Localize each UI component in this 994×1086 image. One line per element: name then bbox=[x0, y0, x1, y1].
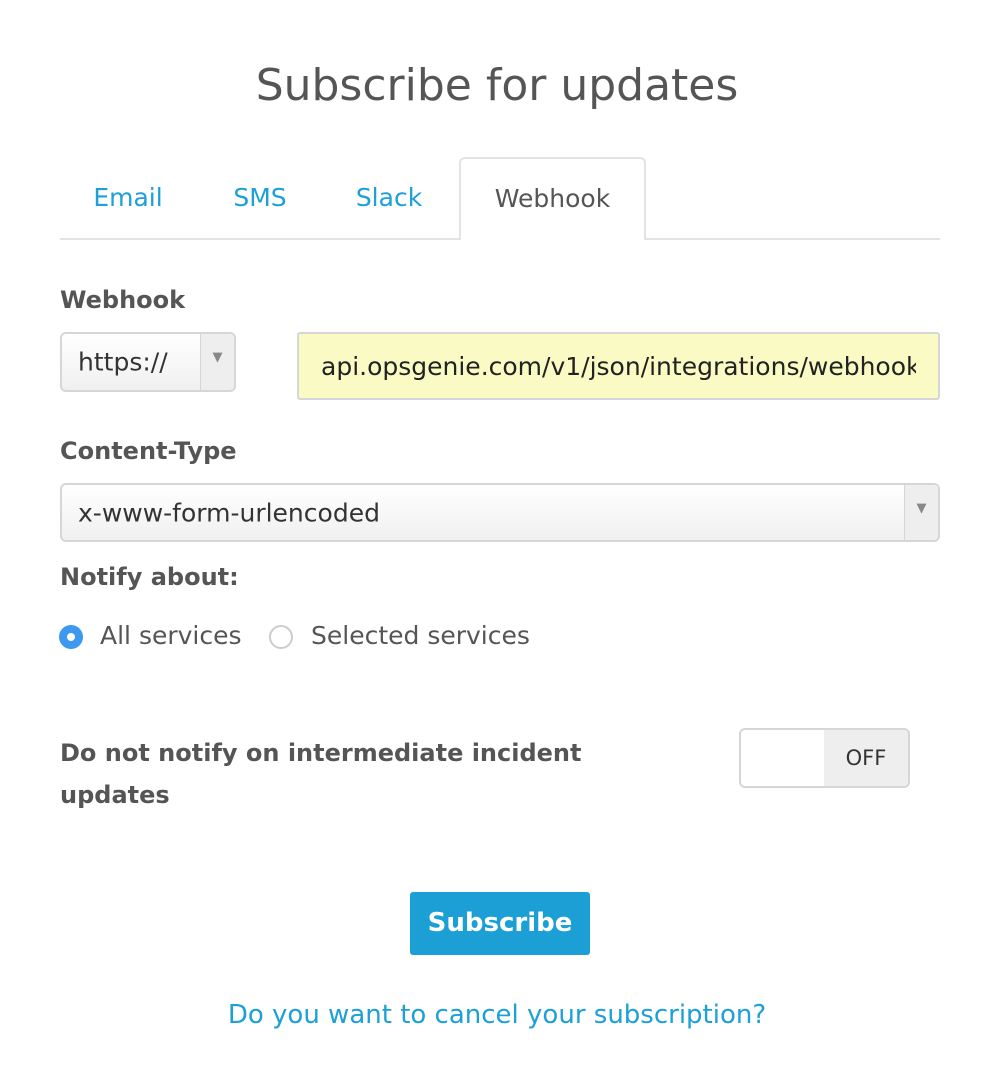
webhook-label: Webhook bbox=[60, 286, 186, 314]
content-type-select[interactable]: x-www-form-urlencoded ▼ bbox=[60, 483, 940, 542]
content-type-value: x-www-form-urlencoded bbox=[78, 498, 380, 527]
radio-selected-services[interactable] bbox=[269, 625, 293, 649]
tab-email[interactable]: Email bbox=[70, 157, 186, 239]
toggle-state: OFF bbox=[824, 730, 908, 786]
chevron-down-icon: ▼ bbox=[904, 485, 938, 540]
tab-slack[interactable]: Slack bbox=[334, 157, 444, 239]
all-services-label[interactable]: All services bbox=[100, 621, 242, 650]
content-type-label: Content-Type bbox=[60, 437, 237, 465]
protocol-select[interactable]: https:// ▼ bbox=[60, 332, 236, 392]
chevron-down-icon: ▼ bbox=[200, 334, 234, 390]
intermediate-label: Do not notify on intermediate incident u… bbox=[60, 739, 582, 809]
webhook-url-input[interactable] bbox=[297, 332, 940, 400]
cancel-subscription-link[interactable]: Do you want to cancel your subscription? bbox=[0, 1000, 994, 1030]
intermediate-toggle[interactable]: OFF bbox=[739, 728, 910, 788]
tab-webhook[interactable]: Webhook bbox=[459, 157, 646, 240]
radio-all-services[interactable] bbox=[59, 625, 83, 649]
notify-label: Notify about: bbox=[60, 563, 239, 591]
subscribe-button[interactable]: Subscribe bbox=[410, 892, 590, 955]
tab-sms[interactable]: SMS bbox=[206, 157, 314, 239]
protocol-value: https:// bbox=[78, 347, 168, 377]
selected-services-label[interactable]: Selected services bbox=[311, 621, 530, 650]
page-title: Subscribe for updates bbox=[255, 60, 739, 111]
